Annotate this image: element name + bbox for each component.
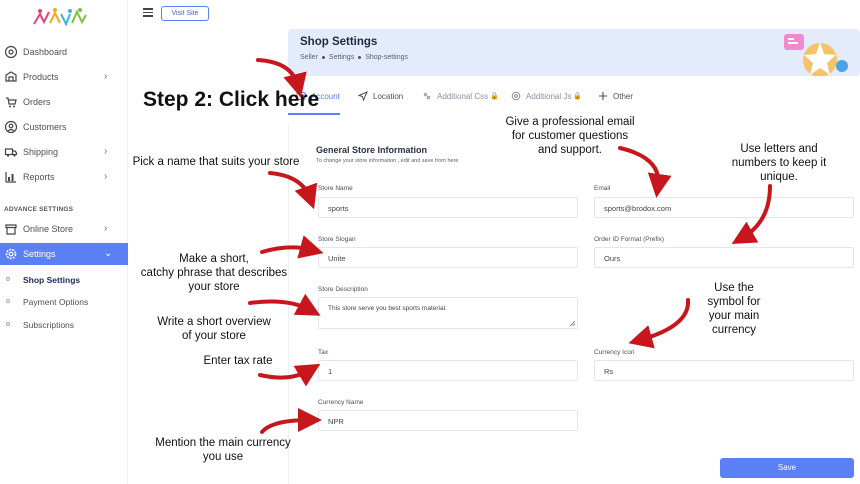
arrow-currency-name [260, 408, 322, 434]
arrow-currency-icon [628, 298, 691, 349]
arrow-order-id [731, 184, 772, 244]
arrow-tax [258, 363, 321, 387]
arrow-step [256, 58, 307, 98]
arrow-slogan [260, 235, 324, 259]
arrow-description [248, 293, 321, 316]
arrow-email [618, 146, 672, 198]
page-root: Dashboard Products › Orders Customers Sh… [0, 0, 860, 484]
annotation-arrows [248, 58, 772, 434]
arrow-store-name [268, 171, 318, 210]
